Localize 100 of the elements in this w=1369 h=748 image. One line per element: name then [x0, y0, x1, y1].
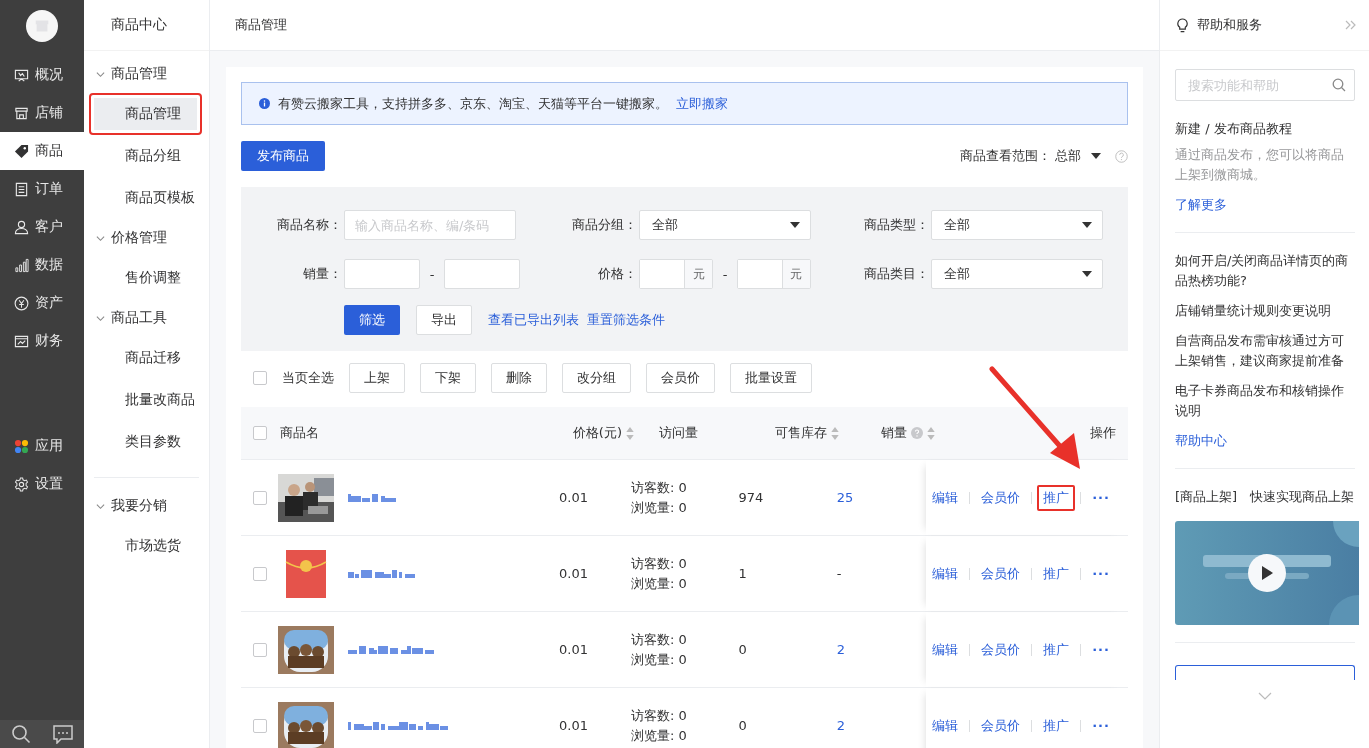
more-actions[interactable]: ··· — [1086, 714, 1116, 737]
checkbox[interactable] — [253, 718, 267, 733]
sort-icon[interactable] — [927, 426, 935, 440]
row-action-link[interactable]: 会员价 — [975, 560, 1027, 587]
row-action-link[interactable]: 推广 — [1037, 636, 1076, 663]
apps-icon — [14, 438, 29, 454]
more-actions[interactable]: ··· — [1086, 638, 1116, 661]
help-icon[interactable] — [911, 427, 923, 439]
row-action-link[interactable]: 推广 — [1037, 560, 1076, 587]
bar-chart-icon — [14, 257, 29, 273]
min-price-field[interactable]: 元 — [639, 259, 714, 289]
row-action-link[interactable]: 推广 — [1037, 712, 1076, 739]
column-header[interactable]: 价格(元) — [572, 424, 622, 442]
row-action-link[interactable]: 编辑 — [926, 712, 965, 739]
nav-item[interactable]: 商品 — [0, 132, 84, 170]
tag-icon — [14, 143, 29, 159]
migrate-link[interactable]: 立即搬家 — [676, 94, 728, 113]
menu-group[interactable]: 商品工具 — [84, 299, 209, 337]
checkbox[interactable] — [253, 490, 267, 505]
menu-group[interactable]: 价格管理 — [84, 219, 209, 257]
visitor-count: 访客数: 0 — [631, 554, 687, 573]
batch-action-button[interactable]: 改分组 — [562, 363, 631, 393]
checkbox[interactable] — [253, 371, 267, 385]
scope-dropdown[interactable]: 总部 — [1055, 147, 1101, 165]
nav-item[interactable]: 应用 — [0, 427, 84, 465]
double-chevron-icon[interactable] — [1345, 19, 1357, 31]
column-header[interactable]: 可售库存 — [775, 424, 827, 442]
publish-button[interactable]: 发布商品 — [241, 141, 325, 171]
checkbox[interactable] — [253, 426, 267, 440]
nav-item[interactable]: 设置 — [0, 465, 84, 503]
panel-title: 帮助和服务 — [1197, 16, 1262, 34]
submenu-item[interactable]: 售价调整 — [89, 257, 202, 299]
help-article-link[interactable]: 如何开启/关闭商品详情页的商品热榜功能? — [1175, 251, 1355, 291]
sort-icon[interactable] — [626, 426, 634, 440]
group-dropdown[interactable]: 全部 — [639, 210, 811, 240]
row-action-link[interactable]: 会员价 — [975, 636, 1027, 663]
store-logo-icon[interactable] — [26, 10, 58, 42]
submenu-item[interactable]: 商品迁移 — [89, 337, 202, 379]
category-dropdown[interactable]: 全部 — [931, 259, 1103, 289]
filter-button[interactable]: 筛选 — [344, 305, 400, 335]
sort-icon[interactable] — [831, 426, 839, 440]
help-article-link[interactable]: 店铺销量统计规则变更说明 — [1175, 301, 1355, 321]
submenu-item[interactable]: 批量改商品 — [89, 379, 202, 421]
search-icon[interactable] — [10, 724, 31, 744]
batch-action-button[interactable]: 会员价 — [646, 363, 715, 393]
nav-item[interactable]: 资产 — [0, 284, 84, 322]
row-action-link[interactable]: 推广 — [1037, 484, 1076, 511]
sales-link[interactable]: 2 — [836, 642, 845, 657]
learn-more-link[interactable]: 了解更多 — [1175, 195, 1355, 215]
nav-item[interactable]: 店铺 — [0, 94, 84, 132]
filter-link[interactable]: 重置筛选条件 — [587, 311, 665, 329]
max-sales-field[interactable] — [444, 259, 520, 289]
price-text: 0.01 — [559, 718, 588, 733]
submenu-item[interactable]: 商品管理 — [89, 93, 202, 135]
min-sales-field[interactable] — [344, 259, 420, 289]
nav-item[interactable]: 客户 — [0, 208, 84, 246]
chat-icon[interactable] — [51, 724, 74, 744]
menu-group[interactable]: 我要分销 — [84, 487, 209, 525]
batch-action-button[interactable]: 上架 — [349, 363, 405, 393]
dropdown-arrow-icon — [790, 222, 800, 228]
nav-item[interactable]: 概况 — [0, 56, 84, 94]
nav-item[interactable]: 订单 — [0, 170, 84, 208]
max-price-field[interactable]: 元 — [736, 259, 811, 289]
stock-text: 0 — [738, 642, 747, 657]
currency-unit: 元 — [684, 260, 713, 288]
submenu-item[interactable]: 商品页模板 — [89, 177, 202, 219]
more-actions[interactable]: ··· — [1086, 486, 1116, 509]
row-action-link[interactable]: 会员价 — [975, 712, 1027, 739]
chevron-down-icon[interactable] — [1258, 692, 1272, 700]
submenu-item[interactable]: 商品分组 — [89, 135, 202, 177]
batch-action-button[interactable]: 下架 — [420, 363, 476, 393]
row-action-link[interactable]: 编辑 — [926, 636, 965, 663]
nav-item[interactable]: 财务 — [0, 322, 84, 360]
sales-link[interactable]: 25 — [836, 490, 854, 505]
help-article-link[interactable]: 电子卡券商品发布和核销操作说明 — [1175, 381, 1355, 421]
field-label: 价格： — [598, 265, 638, 283]
row-action-link[interactable]: 编辑 — [926, 484, 965, 511]
batch-action-button[interactable]: 删除 — [491, 363, 547, 393]
menu-group[interactable]: 商品管理 — [84, 55, 209, 93]
more-actions[interactable]: ··· — [1086, 562, 1116, 585]
help-icon[interactable] — [1115, 149, 1128, 163]
sales-link[interactable]: 2 — [836, 718, 845, 733]
help-center-link[interactable]: 帮助中心 — [1175, 431, 1355, 451]
submenu-item[interactable]: 市场选货 — [89, 525, 202, 567]
type-dropdown[interactable]: 全部 — [931, 210, 1103, 240]
help-article-link[interactable]: 自营商品发布需审核通过方可上架销售，建议商家提前准备 — [1175, 331, 1355, 371]
filter-link[interactable]: 查看已导出列表 — [488, 311, 579, 329]
search-icon — [1332, 78, 1346, 92]
row-action-link[interactable]: 编辑 — [926, 560, 965, 587]
batch-action-button[interactable]: 批量设置 — [730, 363, 812, 393]
nav-item[interactable]: 数据 — [0, 246, 84, 284]
column-header[interactable]: 销量 — [881, 424, 907, 442]
submenu-item[interactable]: 类目参数 — [89, 421, 202, 463]
document-icon — [14, 181, 29, 197]
checkbox[interactable] — [253, 566, 267, 581]
row-action-link[interactable]: 会员价 — [975, 484, 1027, 511]
visitor-count: 访客数: 0 — [631, 706, 687, 725]
field-label: 商品名称： — [277, 216, 343, 234]
export-button[interactable]: 导出 — [416, 305, 472, 335]
checkbox[interactable] — [253, 642, 267, 657]
